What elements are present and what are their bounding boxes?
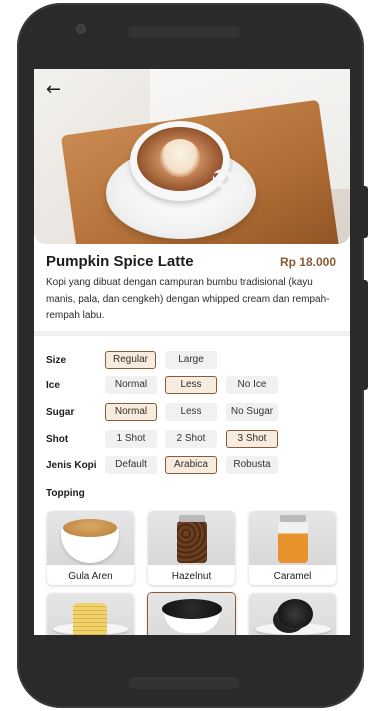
kopi-option-default[interactable]: Default: [105, 456, 157, 474]
kopi-option-robusta[interactable]: Robusta: [226, 456, 278, 474]
shot-option-3[interactable]: 3 Shot: [226, 430, 278, 448]
sugar-option-less[interactable]: Less: [165, 403, 217, 421]
topping-label: Topping: [46, 488, 85, 499]
caramel-image: [249, 511, 336, 565]
ice-option-no-ice[interactable]: No Ice: [226, 376, 278, 394]
bottom-speaker: [128, 677, 240, 689]
size-option-regular[interactable]: Regular: [105, 351, 156, 369]
ice-option-normal[interactable]: Normal: [105, 376, 157, 394]
topping-image: [148, 593, 235, 635]
size-option-large[interactable]: Large: [165, 351, 217, 369]
topping-card-cookie[interactable]: [249, 593, 336, 635]
topping-image: [249, 593, 336, 635]
volume-button: [362, 280, 368, 390]
topping-card-gula-aren[interactable]: Gula Aren: [47, 511, 134, 585]
sugar-option-no-sugar[interactable]: No Sugar: [226, 403, 278, 421]
shot-option-1[interactable]: 1 Shot: [105, 430, 157, 448]
kopi-option-arabica[interactable]: Arabica: [165, 456, 217, 474]
topping-card-selected[interactable]: [147, 592, 236, 635]
hazelnut-image: [148, 511, 235, 565]
topping-name: Caramel: [273, 571, 312, 582]
sugar-option-normal[interactable]: Normal: [105, 403, 157, 421]
ice-label: Ice: [46, 380, 60, 391]
topping-name: Gula Aren: [68, 571, 113, 582]
topping-card-caramel[interactable]: Caramel: [249, 511, 336, 585]
topping-card-coins[interactable]: [47, 593, 134, 635]
ice-option-less[interactable]: Less: [165, 376, 217, 394]
shot-label: Shot: [46, 434, 69, 445]
topping-name: Hazelnut: [171, 571, 212, 582]
product-name: Pumpkin Spice Latte: [46, 253, 194, 270]
topping-card-hazelnut[interactable]: Hazelnut: [148, 511, 235, 585]
power-button: [362, 186, 368, 238]
sugar-label: Sugar: [46, 407, 75, 418]
product-description: Kopi yang dibuat dengan campuran bumbu t…: [46, 277, 330, 321]
product-price: Rp 18.000: [279, 255, 336, 269]
topping-image: [47, 593, 134, 635]
section-divider: [34, 331, 350, 336]
shot-option-2[interactable]: 2 Shot: [165, 430, 217, 448]
front-camera: [76, 24, 86, 34]
jenis-kopi-label: Jenis Kopi: [46, 460, 97, 471]
size-label: Size: [46, 355, 67, 366]
product-image: ←: [34, 69, 350, 244]
earpiece-speaker: [128, 26, 240, 38]
app-screen: ← Pumpkin Spice Latte Rp 18.000 Kopi yan…: [34, 69, 350, 635]
back-arrow-icon[interactable]: ←: [46, 81, 66, 99]
gula-aren-image: [47, 511, 134, 565]
